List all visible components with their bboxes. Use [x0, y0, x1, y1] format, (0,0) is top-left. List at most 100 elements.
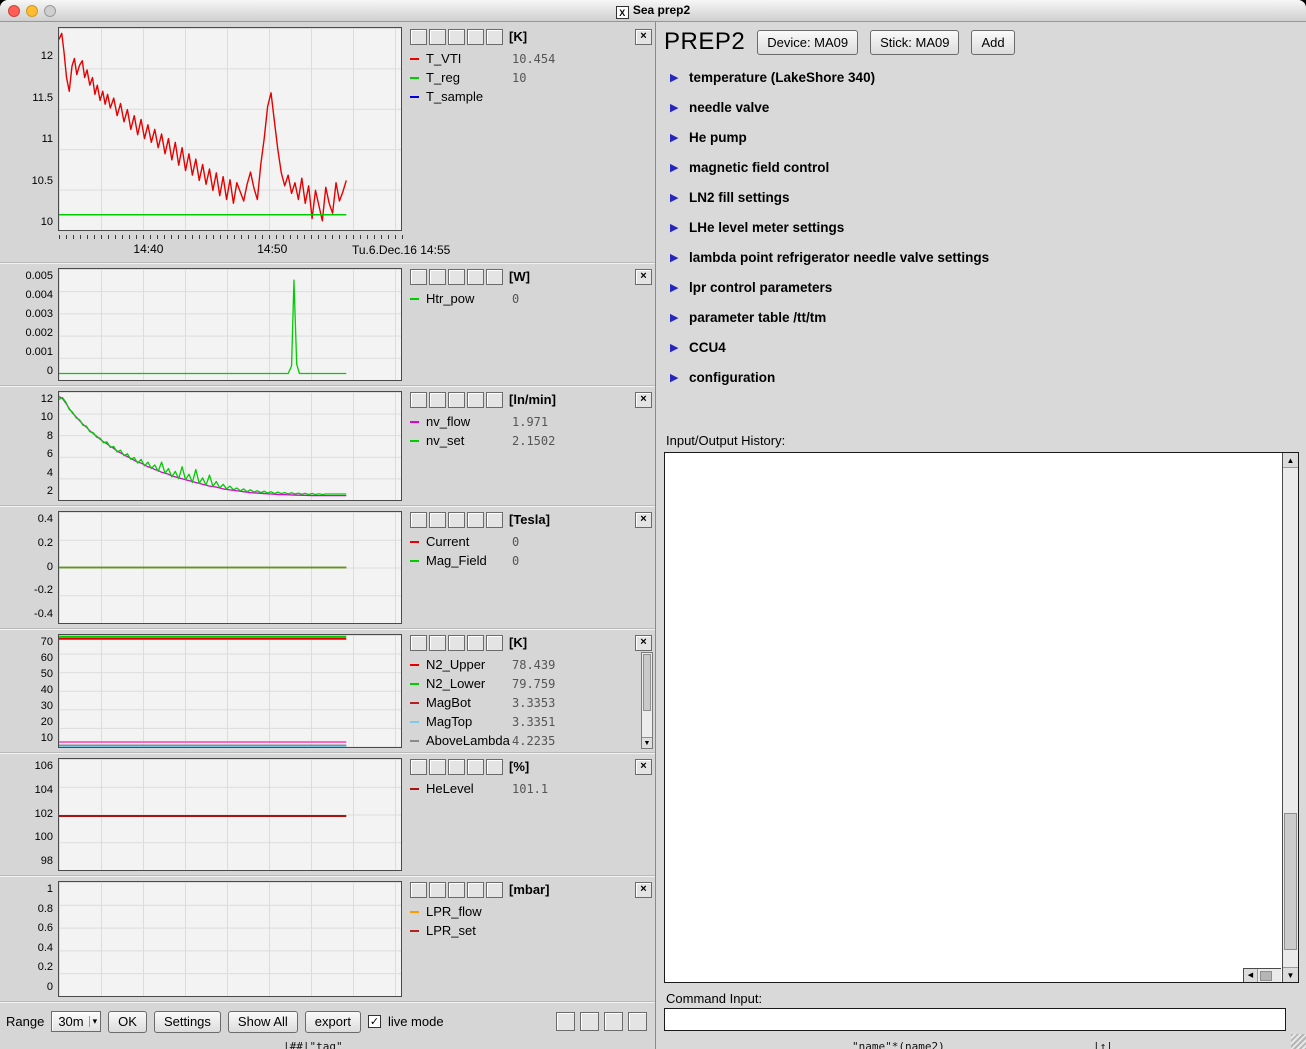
tree-item[interactable]: ▶ lpr control parameters	[670, 272, 1306, 302]
expand-triangle-icon[interactable]: ▶	[670, 191, 680, 204]
chart-plot-area[interactable]	[58, 634, 402, 748]
scroll-down-arrow[interactable]: ▼	[642, 737, 652, 748]
expand-triangle-icon[interactable]: ▶	[670, 371, 680, 384]
legend-item[interactable]: T_sample	[410, 87, 652, 106]
expand-triangle-icon[interactable]: ▶	[670, 161, 680, 174]
chart-close-button[interactable]: ×	[635, 269, 652, 285]
legend-item[interactable]: LPR_flow	[410, 902, 652, 921]
scroll-left-arrow[interactable]: ◀	[1244, 969, 1258, 982]
legend-item[interactable]: Mag_Field 0	[410, 551, 652, 570]
page-right-button[interactable]	[604, 1012, 623, 1031]
grid-button[interactable]	[467, 29, 484, 45]
expand-triangle-icon[interactable]: ▶	[670, 221, 680, 234]
tree-item[interactable]: ▶ magnetic field control	[670, 152, 1306, 182]
live-mode-checkbox[interactable]: ✓	[368, 1015, 381, 1028]
tree-item[interactable]: ▶ configuration	[670, 362, 1306, 392]
legend-item[interactable]: T_reg 10	[410, 68, 652, 87]
chart-canvas[interactable]	[59, 269, 401, 380]
legend-item[interactable]: AboveLambda 4.2235	[410, 731, 636, 750]
expand-triangle-icon[interactable]: ▶	[670, 311, 680, 324]
reload-plot-button[interactable]	[556, 1012, 575, 1031]
show-all-button[interactable]: Show All	[228, 1011, 298, 1033]
chart-close-button[interactable]: ×	[635, 882, 652, 898]
chart-close-button[interactable]: ×	[635, 392, 652, 408]
legend-item[interactable]: Htr_pow 0	[410, 289, 652, 308]
scroll-down-arrow[interactable]: ▼	[1283, 967, 1298, 982]
history-scrollbar[interactable]: ▲ ▼	[1282, 453, 1298, 982]
stick-select-button[interactable]: Stick: MA09	[870, 30, 959, 55]
chart-close-button[interactable]: ×	[635, 635, 652, 651]
grid-button[interactable]	[467, 392, 484, 408]
chart-close-button[interactable]: ×	[635, 759, 652, 775]
legend-item[interactable]: MagTop 3.3351	[410, 712, 636, 731]
scroll-down-button[interactable]	[429, 882, 446, 898]
autoscale-button[interactable]	[448, 512, 465, 528]
chart-plot-area[interactable]	[58, 268, 402, 381]
legend-scrollbar[interactable]: ▼	[641, 652, 653, 749]
scroll-down-button[interactable]	[429, 269, 446, 285]
expand-triangle-icon[interactable]: ▶	[670, 341, 680, 354]
tree-item[interactable]: ▶ LHe level meter settings	[670, 212, 1306, 242]
chart-plot-area[interactable]	[58, 27, 402, 231]
scroll-up-button[interactable]	[410, 882, 427, 898]
chart-canvas[interactable]	[59, 882, 401, 996]
log-scale-button[interactable]	[486, 512, 503, 528]
jump-latest-button[interactable]	[628, 1012, 647, 1031]
scroll-down-button[interactable]	[429, 512, 446, 528]
chart-plot-area[interactable]	[58, 758, 402, 871]
tree-item[interactable]: ▶ temperature (LakeShore 340)	[670, 62, 1306, 92]
log-scale-button[interactable]	[486, 635, 503, 651]
scroll-down-button[interactable]	[429, 759, 446, 775]
chart-canvas[interactable]	[59, 512, 401, 623]
chart-close-button[interactable]: ×	[635, 512, 652, 528]
tree-item[interactable]: ▶ He pump	[670, 122, 1306, 152]
history-scrollbar-thumb[interactable]	[1284, 813, 1297, 951]
autoscale-button[interactable]	[448, 759, 465, 775]
grid-button[interactable]	[467, 512, 484, 528]
autoscale-button[interactable]	[448, 635, 465, 651]
chart-canvas[interactable]	[59, 635, 401, 747]
chart-canvas[interactable]	[59, 759, 401, 870]
chart-plot-area[interactable]	[58, 391, 402, 501]
ok-button[interactable]: OK	[108, 1011, 147, 1033]
expand-triangle-icon[interactable]: ▶	[670, 281, 680, 294]
legend-item[interactable]: N2_Upper 78.439	[410, 655, 636, 674]
grid-button[interactable]	[467, 882, 484, 898]
scroll-up-button[interactable]	[410, 392, 427, 408]
scroll-up-button[interactable]	[410, 269, 427, 285]
grid-button[interactable]	[467, 635, 484, 651]
scroll-down-button[interactable]	[429, 392, 446, 408]
legend-item[interactable]: MagBot 3.3353	[410, 693, 636, 712]
chart-plot-area[interactable]	[58, 511, 402, 624]
autoscale-button[interactable]	[448, 882, 465, 898]
export-button[interactable]: export	[305, 1011, 361, 1033]
tree-item[interactable]: ▶ parameter table /tt/tm	[670, 302, 1306, 332]
window-titlebar[interactable]: XSea prep2	[0, 0, 1306, 22]
tree-item[interactable]: ▶ CCU4	[670, 332, 1306, 362]
settings-button[interactable]: Settings	[154, 1011, 221, 1033]
autoscale-button[interactable]	[448, 392, 465, 408]
expand-triangle-icon[interactable]: ▶	[670, 101, 680, 114]
add-button[interactable]: Add	[971, 30, 1014, 55]
command-input[interactable]	[664, 1008, 1286, 1031]
grid-button[interactable]	[467, 269, 484, 285]
range-select[interactable]: 30m ▾	[51, 1011, 101, 1032]
chart-plot-area[interactable]	[58, 881, 402, 997]
window-resize-grip[interactable]	[1291, 1034, 1306, 1049]
scroll-up-button[interactable]	[410, 635, 427, 651]
log-scale-button[interactable]	[486, 392, 503, 408]
history-hscrollbar-thumb[interactable]	[1260, 971, 1272, 981]
legend-scrollbar-thumb[interactable]	[643, 654, 651, 711]
log-scale-button[interactable]	[486, 882, 503, 898]
tree-item[interactable]: ▶ LN2 fill settings	[670, 182, 1306, 212]
history-hscrollbar[interactable]: ◀	[1243, 968, 1281, 982]
chart-canvas[interactable]	[59, 392, 401, 500]
scroll-up-arrow[interactable]: ▲	[1283, 453, 1298, 468]
page-left-button[interactable]	[580, 1012, 599, 1031]
grid-button[interactable]	[467, 759, 484, 775]
autoscale-button[interactable]	[448, 269, 465, 285]
log-scale-button[interactable]	[486, 759, 503, 775]
scroll-down-button[interactable]	[429, 29, 446, 45]
expand-triangle-icon[interactable]: ▶	[670, 131, 680, 144]
log-scale-button[interactable]	[486, 29, 503, 45]
